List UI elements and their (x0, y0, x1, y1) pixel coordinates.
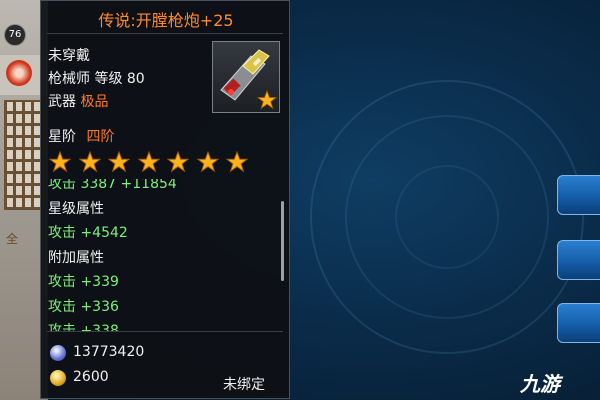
item-title: 传说:开膛枪炮+25 (98, 11, 234, 30)
item-quality: 极品 (80, 94, 109, 110)
level-badge: 76 (4, 24, 26, 46)
stat-line: 攻击 +4542 (48, 225, 128, 241)
sell-price: 13773420 (73, 344, 145, 360)
stat-line: 攻击 +339 (48, 274, 119, 290)
item-icon-frame[interactable] (212, 41, 280, 113)
star-rank-value: 四阶 (86, 129, 115, 145)
stat-line: 攻击 +336 (48, 298, 119, 315)
star-rank: 星阶 四阶 (48, 126, 114, 146)
stats-scrollbar[interactable] (281, 201, 284, 281)
bottom-divider (47, 331, 283, 332)
side-button-1[interactable] (557, 175, 600, 215)
star-icon (49, 151, 71, 173)
side-button-3[interactable] (557, 303, 600, 343)
item-type-label: 武器 (48, 94, 76, 110)
stat-line: 附加属性 (48, 249, 104, 266)
star-icon (167, 151, 189, 173)
stat-line: 攻击 3387 +11854 (48, 179, 177, 192)
gold-coin-icon (50, 370, 66, 386)
title-divider (47, 33, 283, 34)
star-icon (226, 151, 248, 173)
gem-icon (50, 345, 66, 361)
star-icon (137, 151, 160, 173)
star-rank-label: 星阶 (48, 129, 76, 145)
watermark-logo: 九游 (520, 372, 560, 396)
item-detail-panel: 传说:开膛枪炮+25 未穿戴 枪械师 等级 80 武器 极品 星阶 四阶 攻击 … (40, 0, 290, 399)
equip-status: 未穿戴 (48, 48, 90, 64)
stat-line: 星级属性 (48, 200, 104, 217)
star-icon (78, 151, 101, 173)
stat-line: 攻击 +338 (48, 323, 119, 331)
lattice-window (4, 100, 42, 210)
stats-scroll-area[interactable]: 攻击 3387 +11854 星级属性攻击 +4542 附加属性攻击 +339 攻击 … (41, 179, 291, 331)
side-text: 全 (6, 232, 19, 246)
side-button-2[interactable] (557, 240, 600, 280)
star-icon (108, 151, 130, 173)
star-icon (196, 151, 219, 173)
magic-circle-inner (395, 165, 499, 269)
rank-star-icon (257, 90, 277, 110)
class-level: 枪械师 等级 80 (48, 71, 145, 87)
star-rating (49, 151, 256, 175)
flower-decoration (6, 60, 32, 86)
gold-price: 2600 (73, 369, 109, 385)
bind-status: 未绑定 (223, 377, 265, 393)
item-type: 武器 极品 (48, 91, 108, 111)
